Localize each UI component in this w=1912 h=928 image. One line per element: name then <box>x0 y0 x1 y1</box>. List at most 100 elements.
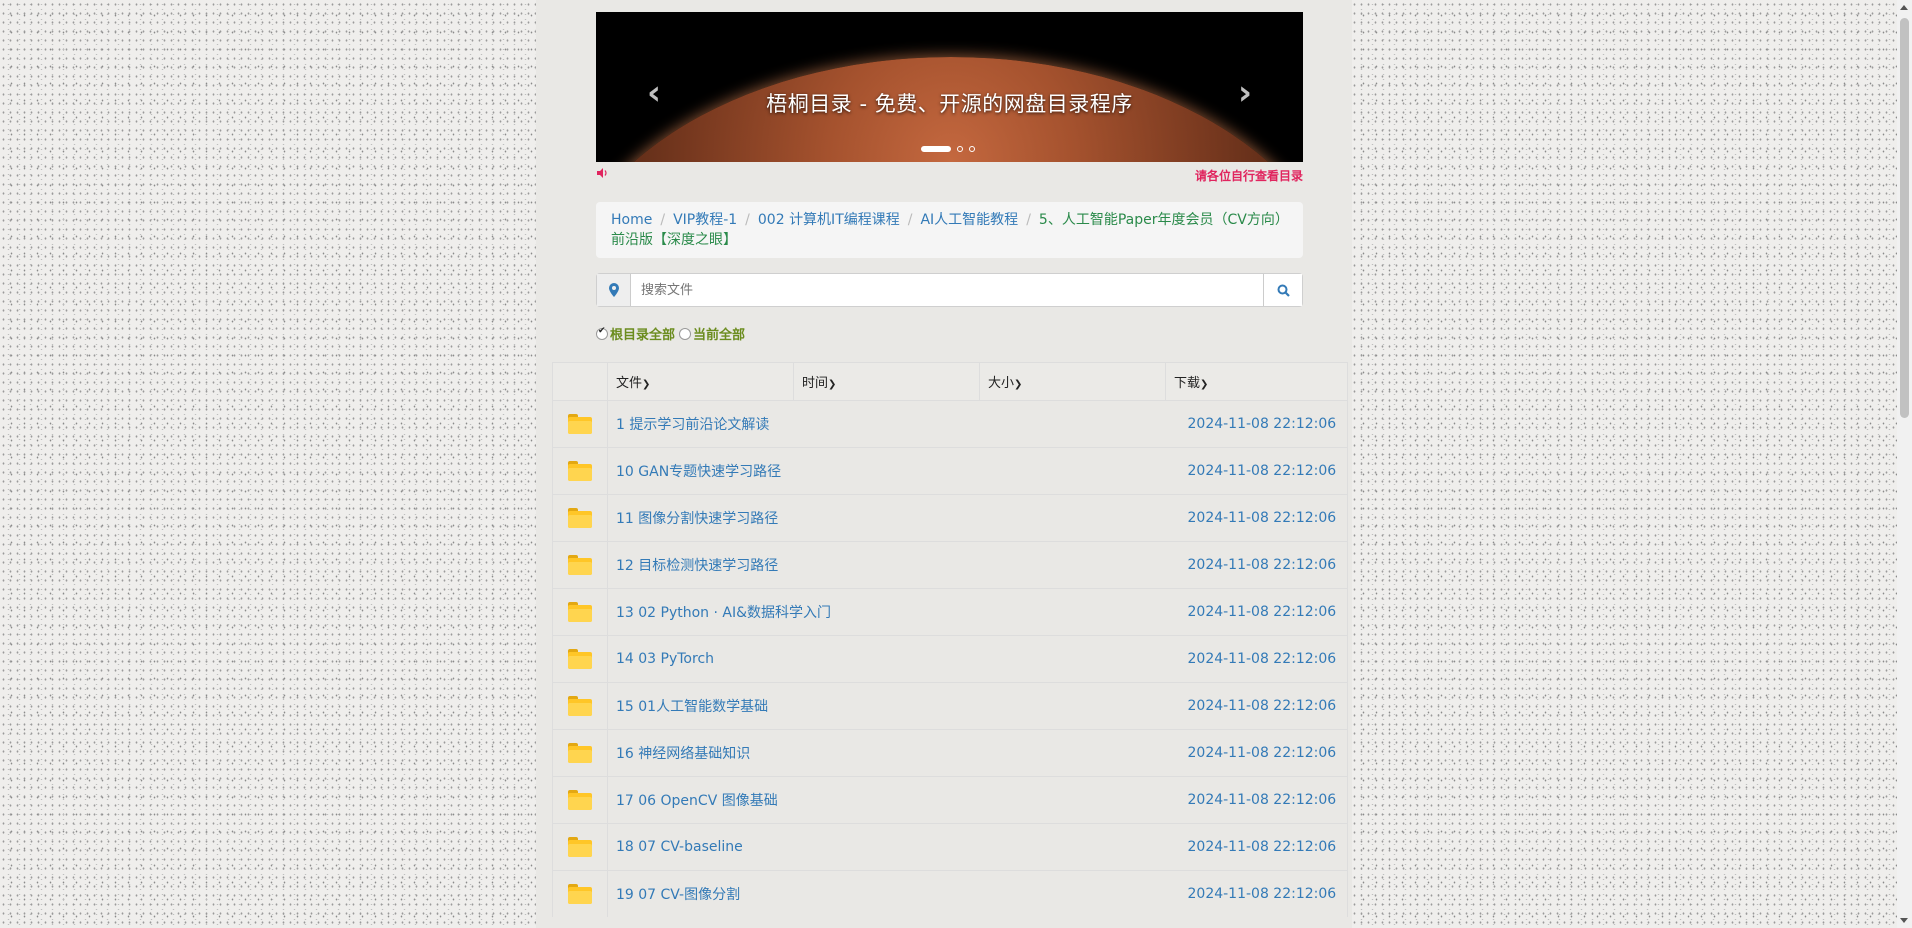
file-name[interactable]: 18 07 CV-baseline <box>607 823 980 871</box>
file-table-body: 1 提示学习前沿论文解读 2024-11-08 22:12:06 10 GAN专… <box>552 400 1348 917</box>
breadcrumb-vip[interactable]: VIP教程-1 <box>673 212 737 228</box>
scope-root-all-label: 根目录全部 <box>610 328 676 343</box>
file-date: 2024-11-08 22:12:06 <box>1165 494 1348 542</box>
scroll-down-icon[interactable] <box>1900 918 1908 923</box>
folder-icon <box>552 447 608 495</box>
folder-icon <box>552 541 608 589</box>
file-size <box>979 682 1166 730</box>
page-scrollbar[interactable] <box>1897 0 1912 928</box>
header-size-label: 大小 <box>988 376 1015 391</box>
folder-icon <box>552 635 608 683</box>
scrollbar-thumb[interactable] <box>1900 18 1909 418</box>
file-size <box>979 635 1166 683</box>
table-row[interactable]: 16 神经网络基础知识 2024-11-08 22:12:06 <box>552 729 1348 777</box>
file-table: 文件❯ 时间❯ 大小❯ 下载❯ 1 提示学习前沿论文解读 2024-11-08 … <box>552 362 1348 917</box>
file-size <box>979 541 1166 589</box>
chevron-down-icon: ❯ <box>642 379 651 390</box>
file-date: 2024-11-08 22:12:06 <box>1165 588 1348 636</box>
table-row[interactable]: 17 06 OpenCV 图像基础 2024-11-08 22:12:06 <box>552 776 1348 824</box>
chevron-down-icon: ❯ <box>1200 379 1209 390</box>
folder-icon <box>552 494 608 542</box>
scope-root-all[interactable]: 根目录全部 <box>596 324 675 343</box>
breadcrumb-separator: / <box>745 212 750 228</box>
header-file[interactable]: 文件❯ <box>607 362 794 401</box>
header-time-label: 时间 <box>802 376 829 391</box>
carousel-dot-2[interactable] <box>957 146 963 152</box>
table-row[interactable]: 13 02 Python · AI&数据科学入门 2024-11-08 22:1… <box>552 588 1348 636</box>
banner-title: 梧桐目录 - 免费、开源的网盘目录程序 <box>766 92 1133 116</box>
search-icon[interactable] <box>1263 274 1302 306</box>
header-download[interactable]: 下载❯ <box>1165 362 1348 401</box>
folder-icon <box>552 729 608 777</box>
file-name[interactable]: 14 03 PyTorch <box>607 635 980 683</box>
table-row[interactable]: 18 07 CV-baseline 2024-11-08 22:12:06 <box>552 823 1348 871</box>
file-name[interactable]: 16 神经网络基础知识 <box>607 729 980 777</box>
chevron-left-icon[interactable]: ‹ <box>639 76 669 110</box>
search-scope: 根目录全部 当前全部 <box>596 324 749 343</box>
table-row[interactable]: 14 03 PyTorch 2024-11-08 22:12:06 <box>552 635 1348 683</box>
chevron-down-icon: ❯ <box>828 379 837 390</box>
file-name[interactable]: 10 GAN专题快速学习路径 <box>607 447 980 495</box>
file-date: 2024-11-08 22:12:06 <box>1165 400 1348 448</box>
folder-icon <box>552 400 608 448</box>
folder-icon <box>552 870 608 917</box>
scroll-up-icon[interactable] <box>1900 5 1908 10</box>
carousel-dot-3[interactable] <box>969 146 975 152</box>
speaker-icon <box>596 167 608 182</box>
file-size <box>979 776 1166 824</box>
file-date: 2024-11-08 22:12:06 <box>1165 729 1348 777</box>
file-name[interactable]: 11 图像分割快速学习路径 <box>607 494 980 542</box>
search-input[interactable] <box>631 274 1251 306</box>
header-size[interactable]: 大小❯ <box>979 362 1166 401</box>
file-name[interactable]: 19 07 CV-图像分割 <box>607 870 980 917</box>
breadcrumb-separator: / <box>660 212 666 228</box>
file-name[interactable]: 12 目标检测快速学习路径 <box>607 541 980 589</box>
breadcrumb-ai-tutorials[interactable]: AI人工智能教程 <box>920 212 1018 228</box>
scope-current-all-label: 当前全部 <box>693 328 746 343</box>
file-name[interactable]: 15 01人工智能数学基础 <box>607 682 980 730</box>
breadcrumb-separator: / <box>907 212 913 228</box>
folder-icon <box>552 823 608 871</box>
file-size <box>979 729 1166 777</box>
radio-checked[interactable] <box>596 326 608 340</box>
file-date: 2024-11-08 22:12:06 <box>1165 823 1348 871</box>
file-size <box>979 870 1166 917</box>
banner-carousel[interactable]: 梧桐目录 - 免费、开源的网盘目录程序 ‹ › <box>596 12 1303 162</box>
table-header-row: 文件❯ 时间❯ 大小❯ 下载❯ <box>552 362 1348 401</box>
file-date: 2024-11-08 22:12:06 <box>1165 870 1348 917</box>
breadcrumb-it-courses[interactable]: 002 计算机IT编程课程 <box>758 212 900 228</box>
breadcrumb: Home / VIP教程-1/002 计算机IT编程课程 / AI人工智能教程/5、人工… <box>596 202 1303 258</box>
table-row[interactable]: 11 图像分割快速学习路径 2024-11-08 22:12:06 <box>552 494 1348 542</box>
notice-text: 请各位自行查看目录 <box>1194 169 1303 183</box>
file-date: 2024-11-08 22:12:06 <box>1165 682 1348 730</box>
breadcrumb-home[interactable]: Home <box>611 212 652 228</box>
file-date: 2024-11-08 22:12:06 <box>1165 541 1348 589</box>
header-time[interactable]: 时间❯ <box>793 362 980 401</box>
folder-icon <box>552 588 608 636</box>
search-bar <box>596 273 1303 307</box>
table-row[interactable]: 15 01人工智能数学基础 2024-11-08 22:12:06 <box>552 682 1348 730</box>
table-row[interactable]: 12 目标检测快速学习路径 2024-11-08 22:12:06 <box>552 541 1348 589</box>
file-date: 2024-11-08 22:12:06 <box>1165 447 1348 495</box>
file-size <box>979 588 1166 636</box>
chevron-right-icon[interactable]: › <box>1230 76 1260 110</box>
file-date: 2024-11-08 22:12:06 <box>1165 776 1348 824</box>
radio-unchecked[interactable] <box>679 327 692 340</box>
map-marker-icon <box>597 274 631 306</box>
chevron-down-icon: ❯ <box>1014 379 1023 390</box>
table-row[interactable]: 10 GAN专题快速学习路径 2024-11-08 22:12:06 <box>552 447 1348 495</box>
carousel-indicators <box>921 146 975 152</box>
table-row[interactable]: 1 提示学习前沿论文解读 2024-11-08 22:12:06 <box>552 400 1348 448</box>
file-size <box>979 400 1166 448</box>
header-download-label: 下载 <box>1174 376 1201 391</box>
scope-current-all[interactable]: 当前全部 <box>679 324 745 343</box>
notice-bar: 请各位自行查看目录 <box>596 166 1303 184</box>
table-row[interactable]: 19 07 CV-图像分割 2024-11-08 22:12:06 <box>552 870 1348 917</box>
breadcrumb-separator: / <box>1026 212 1031 228</box>
file-name[interactable]: 1 提示学习前沿论文解读 <box>607 400 980 448</box>
file-name[interactable]: 17 06 OpenCV 图像基础 <box>607 776 980 824</box>
header-file-label: 文件 <box>616 376 643 391</box>
page-container: 梧桐目录 - 免费、开源的网盘目录程序 ‹ › 请各位自行查看目录 Home / V… <box>536 0 1352 928</box>
file-name[interactable]: 13 02 Python · AI&数据科学入门 <box>607 588 980 636</box>
carousel-dot-1[interactable] <box>921 146 951 152</box>
